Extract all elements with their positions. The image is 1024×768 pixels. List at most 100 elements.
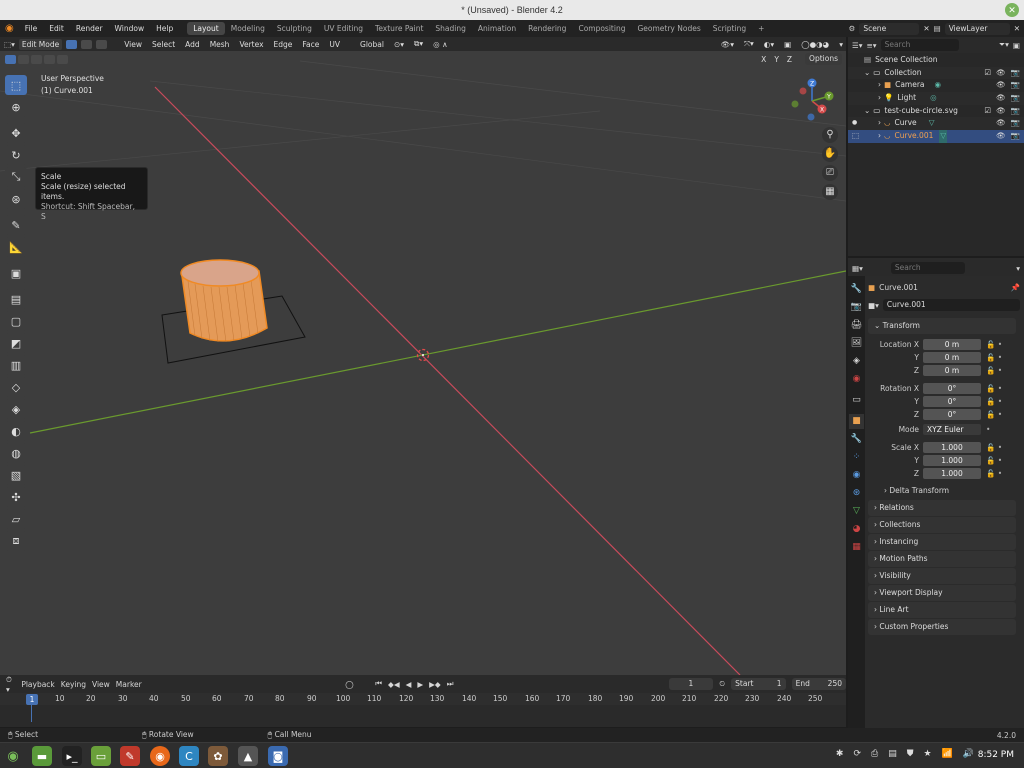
clock-label[interactable]: 8:52 PM: [978, 750, 1014, 760]
transform-tool-icon[interactable]: ⊛: [5, 189, 27, 209]
inset-tool-icon[interactable]: ▢: [5, 311, 27, 331]
timeline-editor-icon[interactable]: ⏱▾: [6, 675, 15, 694]
physics-tab-icon[interactable]: ◉: [849, 468, 864, 483]
menu-timeline-view[interactable]: View: [92, 680, 110, 689]
output-tab-icon[interactable]: 🖨: [849, 318, 864, 333]
files-icon[interactable]: ▭: [91, 746, 111, 766]
select-mode-new-icon[interactable]: [5, 54, 16, 64]
datablock-browse-icon[interactable]: ■▾: [868, 301, 879, 310]
lock-icon[interactable]: 🔓 •: [986, 469, 1002, 478]
poly-build-tool-icon[interactable]: ◈: [5, 399, 27, 419]
menu-mesh[interactable]: Mesh: [207, 40, 233, 49]
viewport-display-panel-header[interactable]: › Viewport Display: [868, 584, 1016, 601]
edit-mode-icon[interactable]: ⬚: [852, 130, 859, 143]
checkbox-icon[interactable]: ☑: [984, 105, 991, 118]
star-icon[interactable]: ★: [923, 749, 931, 759]
menu-help[interactable]: Help: [150, 24, 179, 33]
eye-icon[interactable]: 👁: [996, 79, 1006, 92]
view-layer-icon[interactable]: ▤: [934, 24, 941, 33]
curve-data-icon[interactable]: ▽: [939, 130, 948, 143]
ghostwriter-icon[interactable]: ✎: [120, 746, 140, 766]
playhead[interactable]: 1: [26, 694, 38, 705]
select-mode-extend-icon[interactable]: [18, 54, 29, 64]
transform-panel-header[interactable]: ⌄ Transform: [868, 318, 1016, 334]
select-box-tool-icon[interactable]: ⬚: [5, 75, 27, 95]
mode-dropdown[interactable]: Edit Mode: [18, 38, 63, 50]
menu-face[interactable]: Face: [299, 40, 322, 49]
snap-icon[interactable]: ⧉▾: [411, 39, 426, 49]
jump-start-icon[interactable]: ⏮: [375, 679, 382, 689]
location-z-field[interactable]: 0 m: [923, 365, 981, 377]
light-data-icon[interactable]: ◎: [930, 92, 937, 105]
printer-icon[interactable]: ⎙: [871, 749, 878, 759]
mint-menu-icon[interactable]: ◉: [3, 746, 23, 766]
curve-data-icon[interactable]: ▽: [929, 117, 935, 130]
tab-compositing[interactable]: Compositing: [572, 22, 631, 35]
tab-uv-editing[interactable]: UV Editing: [318, 22, 369, 35]
rotation-y-field[interactable]: 0°: [923, 395, 981, 407]
shading-modes-icon[interactable]: ◯●◑◕: [798, 40, 832, 49]
display-mode-icon[interactable]: ≡▾: [867, 41, 877, 50]
outliner-curve[interactable]: ● › ◡ Curve ▽ 👁 📷: [848, 117, 1024, 131]
xray-icon[interactable]: ▣: [781, 40, 794, 49]
knife-tool-icon[interactable]: ◇: [5, 377, 27, 397]
measure-tool-icon[interactable]: 📐: [5, 237, 27, 257]
texture-tab-icon[interactable]: ▦: [849, 540, 864, 555]
tab-rendering[interactable]: Rendering: [522, 22, 572, 35]
mirror-y-toggle[interactable]: Y: [771, 55, 782, 64]
add-cube-tool-icon[interactable]: ▣: [5, 263, 27, 283]
location-y-field[interactable]: 0 m: [923, 352, 981, 364]
move-tool-icon[interactable]: ✥: [5, 123, 27, 143]
tool-tab-icon[interactable]: 🔧: [849, 282, 864, 297]
play-icon[interactable]: ▶: [417, 680, 423, 689]
visibility-panel-header[interactable]: › Visibility: [868, 567, 1016, 584]
chevron-down-icon[interactable]: ⌄: [864, 105, 870, 118]
screenshot-icon[interactable]: ◙: [268, 746, 288, 766]
outliner-scene-collection[interactable]: ▤ Scene Collection: [848, 54, 1024, 67]
timeline-ruler[interactable]: 10 20 30 40 50 60 70 80 90 100 110 120 1…: [0, 693, 846, 705]
chevron-right-icon[interactable]: ›: [878, 117, 881, 130]
pan-hand-icon[interactable]: ✋: [822, 146, 838, 162]
scene-icon[interactable]: ⚙: [849, 24, 856, 33]
checkbox-icon[interactable]: ☑: [984, 67, 991, 80]
close-icon[interactable]: ✕: [1005, 3, 1019, 17]
camera-view-icon[interactable]: ⎚: [822, 165, 838, 181]
options-dropdown[interactable]: Options: [805, 53, 842, 65]
auto-keying-icon[interactable]: ◯: [345, 680, 353, 689]
camera-icon[interactable]: 📷: [1011, 117, 1020, 130]
lock-icon[interactable]: 🔓 •: [986, 410, 1002, 419]
next-keyframe-icon[interactable]: ▶◆: [429, 680, 441, 689]
select-mode-subtract-icon[interactable]: [31, 54, 42, 64]
camera-icon[interactable]: 📷: [1011, 79, 1020, 92]
new-collection-icon[interactable]: ▣: [1013, 41, 1020, 50]
scene-field[interactable]: Scene: [859, 22, 920, 35]
rip-tool-icon[interactable]: ⧈: [5, 531, 27, 551]
camera-icon[interactable]: 📷: [1011, 92, 1020, 105]
outliner-camera[interactable]: › ■ Camera ◉ 👁 📷: [848, 79, 1024, 92]
add-workspace-icon[interactable]: +: [752, 22, 770, 35]
eye-icon[interactable]: 👁: [996, 105, 1006, 118]
scene-delete-icon[interactable]: ✕: [923, 24, 929, 33]
pivot-icon[interactable]: ⊙▾: [391, 40, 407, 49]
mirror-z-toggle[interactable]: Z: [784, 55, 795, 64]
chevron-down-icon[interactable]: ⌄: [864, 67, 870, 80]
eye-icon[interactable]: 👁: [996, 67, 1006, 80]
custom-properties-panel-header[interactable]: › Custom Properties: [868, 618, 1016, 635]
select-mode-invert-icon[interactable]: [44, 54, 55, 64]
instancing-panel-header[interactable]: › Instancing: [868, 533, 1016, 550]
spin-tool-icon[interactable]: ◐: [5, 421, 27, 441]
clock-icon[interactable]: ⏲: [719, 679, 725, 689]
smooth-tool-icon[interactable]: ◍: [5, 443, 27, 463]
show-desktop-icon[interactable]: ▬: [32, 746, 52, 766]
view-layer-delete-icon[interactable]: ✕: [1014, 24, 1020, 33]
menu-uv[interactable]: UV: [326, 40, 343, 49]
properties-search-input[interactable]: Search: [890, 262, 965, 274]
sync-icon[interactable]: ⟳: [853, 749, 861, 759]
rotation-mode-dropdown[interactable]: XYZ Euler: [923, 424, 981, 436]
scale-tool-icon[interactable]: ⤡: [5, 167, 27, 187]
codium-icon[interactable]: C: [179, 746, 199, 766]
lock-icon[interactable]: 🔓 •: [986, 443, 1002, 452]
lock-icon[interactable]: 🔓 •: [986, 340, 1002, 349]
pin-icon[interactable]: 📌: [1011, 283, 1020, 292]
properties-editor-icon[interactable]: ▦▾: [852, 264, 863, 273]
